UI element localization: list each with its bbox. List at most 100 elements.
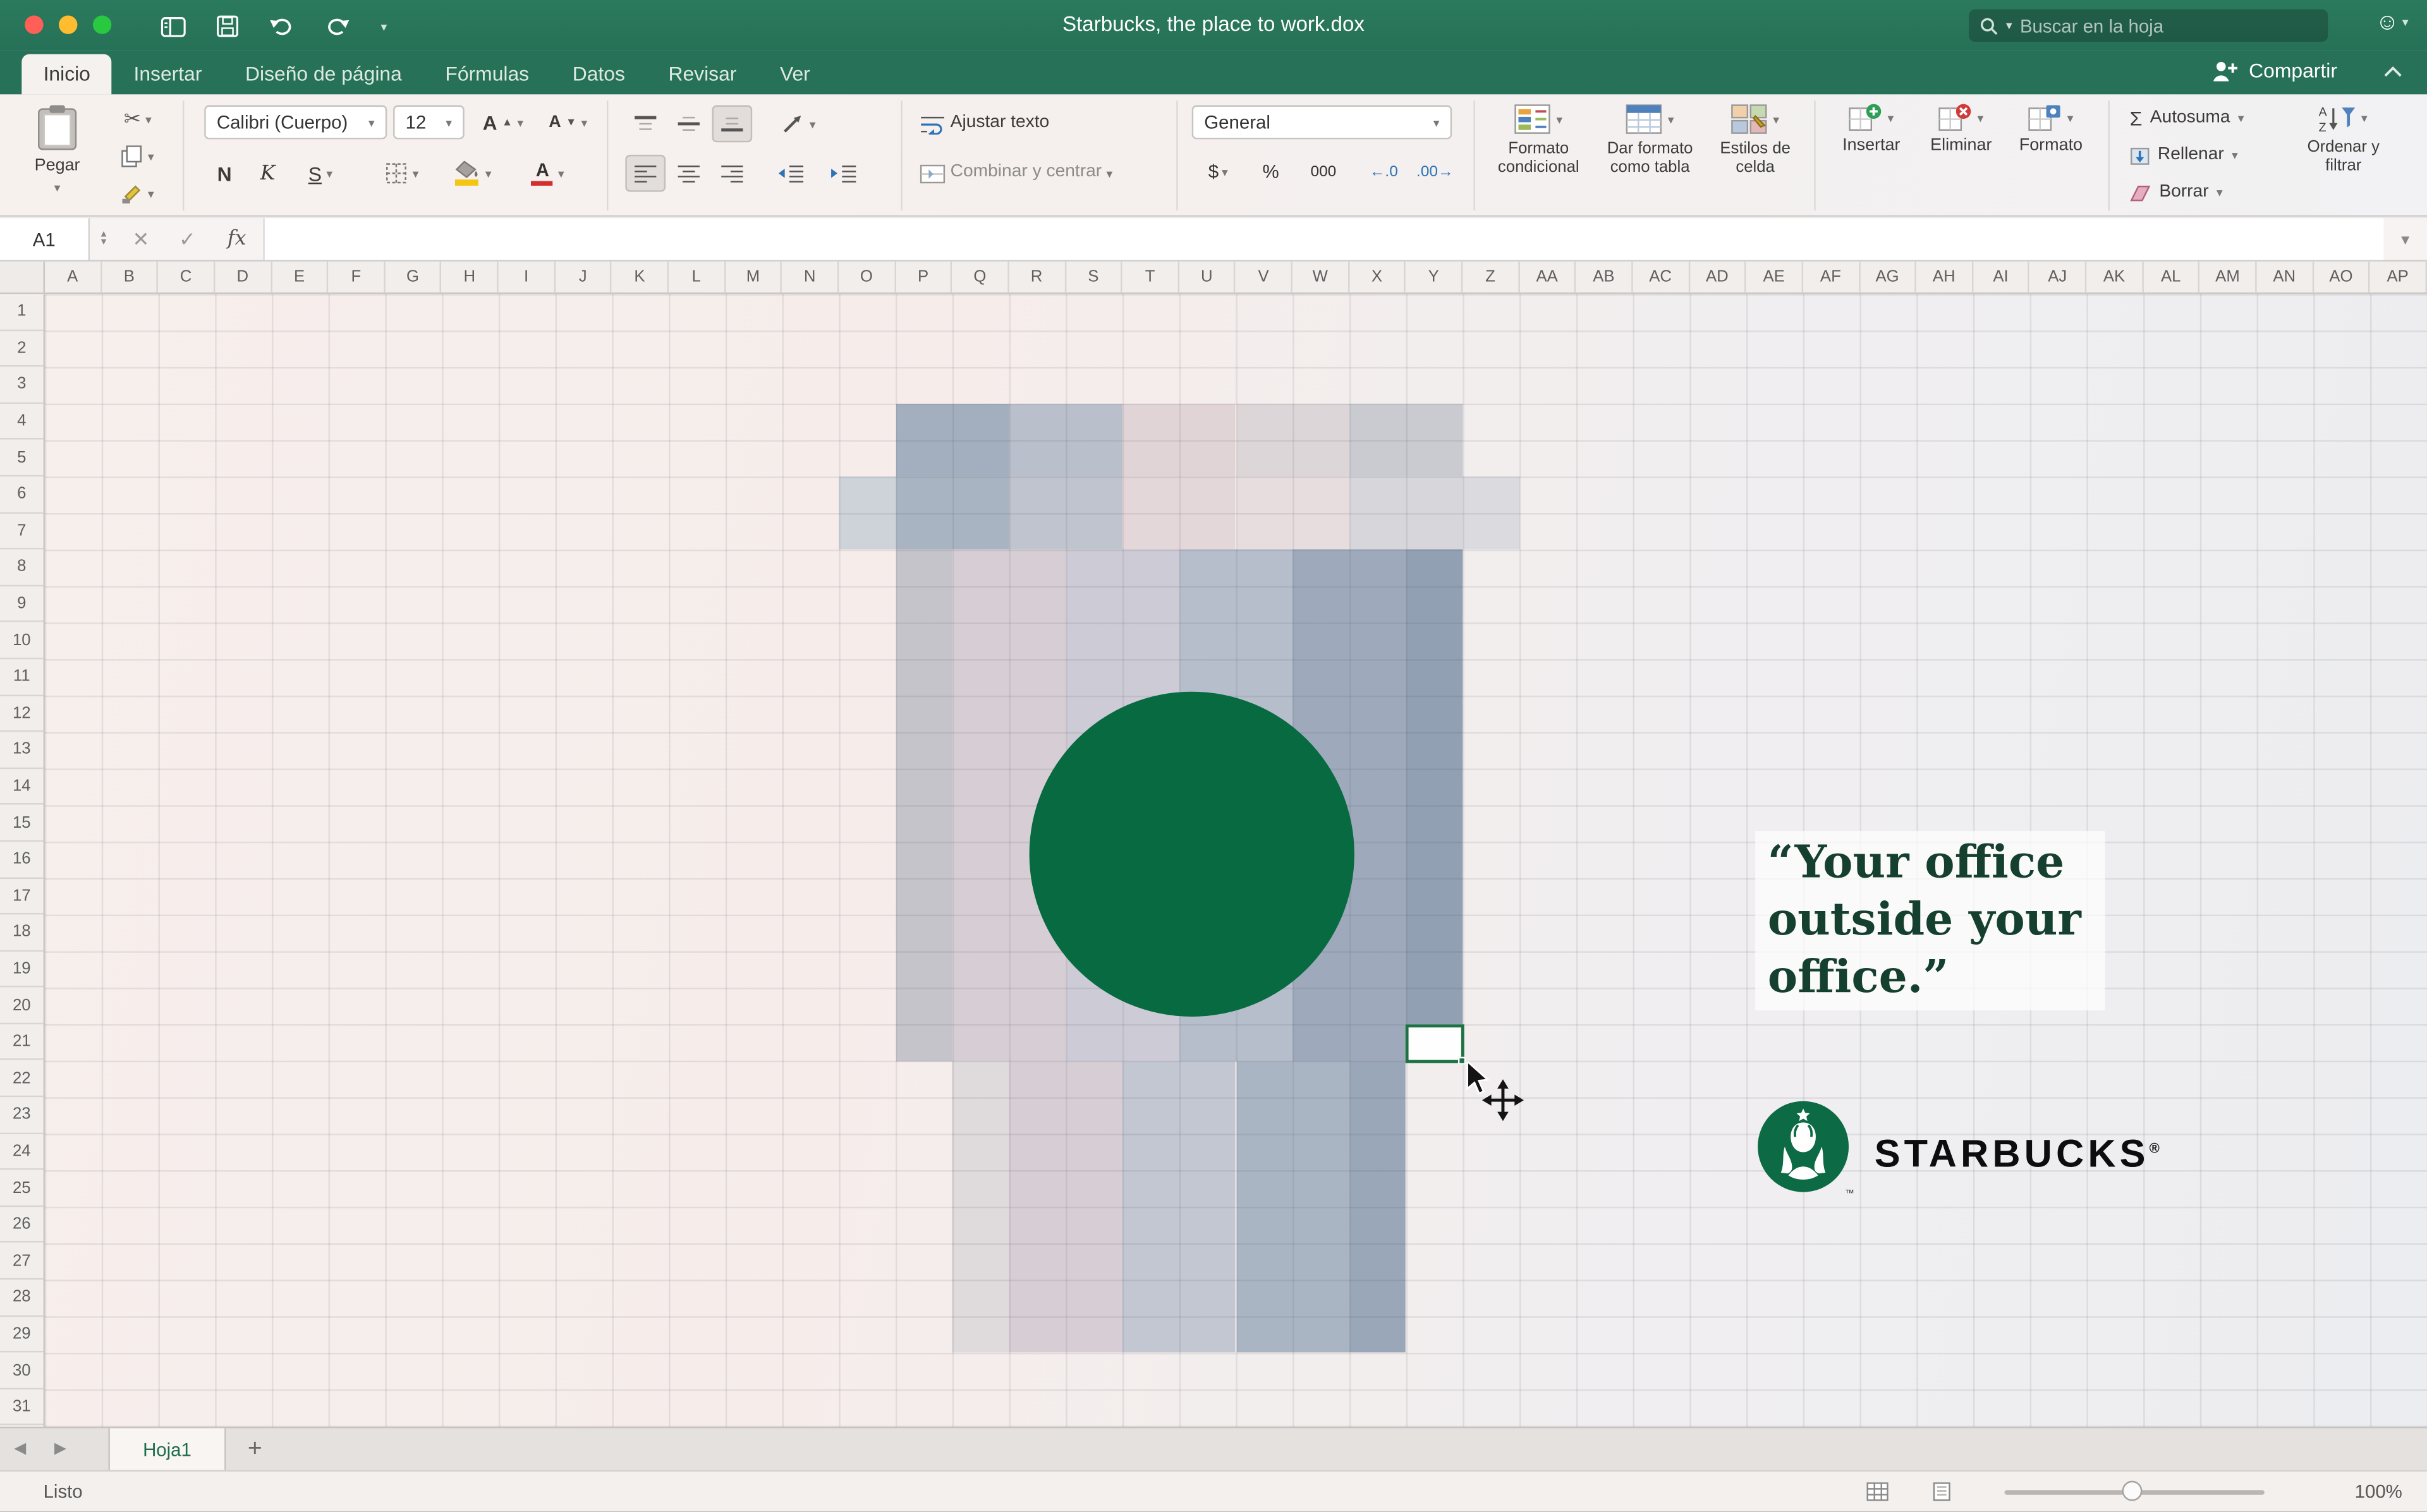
zoom-window-button[interactable] [92,15,112,34]
column-header-B[interactable]: B [102,261,159,293]
ribbon-tab-datos[interactable]: Datos [550,54,647,95]
confirm-entry-icon[interactable]: ✓ [164,227,210,251]
paste-button[interactable]: Pegar ▾ [15,97,99,212]
column-header-S[interactable]: S [1066,261,1122,293]
row-header-14[interactable]: 14 [0,768,44,806]
row-header-6[interactable]: 6 [0,476,44,513]
insert-cells-button[interactable]: ▾ Insertar [1830,97,1913,212]
decrease-decimal-button[interactable]: .00→ [1411,155,1457,189]
column-header-AG[interactable]: AG [1859,261,1917,293]
search-input[interactable]: ▾ Buscar en la hoja [1969,9,2328,42]
cancel-entry-icon[interactable]: ✕ [118,227,164,251]
column-header-V[interactable]: V [1236,261,1293,293]
align-right-button[interactable] [712,155,753,192]
formula-bar-expand-chevron-icon[interactable]: ▼ [2383,231,2427,246]
currency-format-button[interactable]: $ ▾ [1192,155,1244,189]
feedback-smiley-button[interactable]: ☺ ▾ [2375,9,2408,36]
row-header-11[interactable]: 11 [0,659,44,696]
decrease-font-size-button[interactable]: A ▼ ▾ [538,106,597,140]
text-orientation-button[interactable]: ▾ [768,106,830,143]
column-header-F[interactable]: F [329,261,386,293]
column-header-K[interactable]: K [612,261,669,293]
align-middle-button[interactable] [669,106,709,143]
borders-button[interactable]: ▾ [372,155,434,192]
underline-button[interactable]: S ▾ [291,155,350,192]
sort-filter-button[interactable]: A Z ▾ Ordenar y filtrar [2288,97,2399,212]
column-header-AD[interactable]: AD [1689,261,1746,293]
row-header-9[interactable]: 9 [0,586,44,623]
percent-format-button[interactable]: % [1251,155,1291,189]
column-header-R[interactable]: R [1009,261,1066,293]
row-header-22[interactable]: 22 [0,1061,44,1098]
ribbon-tab-revisar[interactable]: Revisar [647,54,758,95]
row-header-2[interactable]: 2 [0,330,44,367]
column-header-AI[interactable]: AI [1973,261,2030,293]
column-header-C[interactable]: C [158,261,216,293]
row-header-10[interactable]: 10 [0,622,44,660]
ribbon-tab-ver[interactable]: Ver [758,54,832,95]
next-sheet-icon[interactable]: ▶ [40,1441,81,1458]
name-box[interactable]: A1 [0,218,90,260]
row-header-15[interactable]: 15 [0,805,44,842]
minimize-window-button[interactable] [59,15,78,34]
font-name-combo[interactable]: Calibri (Cuerpo) ▾ [204,105,387,140]
column-header-M[interactable]: M [726,261,782,293]
thousands-format-button[interactable]: 000 [1297,155,1349,189]
cut-button[interactable]: ✂ ▾ [111,102,164,136]
column-header-J[interactable]: J [556,261,612,293]
column-header-E[interactable]: E [272,261,329,293]
insert-function-button[interactable]: fx [210,227,263,251]
row-header-19[interactable]: 19 [0,951,44,988]
ribbon-tab-inicio[interactable]: Inicio [21,54,113,95]
quote-text-box[interactable]: “Your office outside your office.” [1755,831,2105,1011]
decrease-indent-button[interactable] [768,155,814,192]
previous-sheet-icon[interactable]: ◀ [0,1441,40,1458]
row-header-23[interactable]: 23 [0,1097,44,1134]
row-header-17[interactable]: 17 [0,878,44,915]
save-icon[interactable] [216,15,239,37]
column-header-AF[interactable]: AF [1803,261,1860,293]
normal-view-icon[interactable] [1866,1482,1889,1501]
redo-icon[interactable] [325,16,350,37]
row-header-1[interactable]: 1 [0,294,44,331]
column-header-AN[interactable]: AN [2257,261,2314,293]
column-header-I[interactable]: I [499,261,556,293]
row-header-26[interactable]: 26 [0,1207,44,1243]
column-header-AC[interactable]: AC [1633,261,1690,293]
clear-button[interactable]: Borrar ▾ [2130,176,2223,209]
column-header-L[interactable]: L [669,261,726,293]
column-header-AJ[interactable]: AJ [2030,261,2087,293]
increase-decimal-button[interactable]: ←.0 [1359,155,1408,189]
row-header-12[interactable]: 12 [0,696,44,732]
conditional-formatting-button[interactable]: ▾ Formato condicional [1486,97,1591,212]
column-header-Z[interactable]: Z [1463,261,1520,293]
row-header-21[interactable]: 21 [0,1024,44,1061]
format-as-table-button[interactable]: ▾ Dar formato como tabla [1597,97,1703,212]
column-header-X[interactable]: X [1349,261,1406,293]
undo-icon[interactable] [269,16,294,37]
add-sheet-button[interactable]: + [248,1435,262,1463]
bold-button[interactable]: N [204,155,245,192]
number-format-combo[interactable]: General ▾ [1191,105,1452,140]
row-header-18[interactable]: 18 [0,915,44,952]
column-header-AO[interactable]: AO [2313,261,2371,293]
format-painter-button[interactable]: ▾ [111,176,164,210]
row-header-30[interactable]: 30 [0,1353,44,1389]
ribbon-tab-insertar[interactable]: Insertar [112,54,224,95]
align-left-button[interactable] [625,154,666,192]
column-header-AH[interactable]: AH [1916,261,1973,293]
font-color-button[interactable]: A ▾ [514,155,582,192]
row-header-24[interactable]: 24 [0,1134,44,1171]
green-circle-shape[interactable] [1029,691,1354,1017]
column-header-T[interactable]: T [1122,261,1179,293]
column-header-AK[interactable]: AK [2086,261,2144,293]
sidebar-toggle-icon[interactable] [161,16,186,37]
delete-cells-button[interactable]: ▾ Eliminar [1919,97,2003,212]
column-header-AL[interactable]: AL [2143,261,2200,293]
row-header-31[interactable]: 31 [0,1389,44,1426]
select-all-corner[interactable] [0,261,46,293]
column-header-AE[interactable]: AE [1746,261,1803,293]
column-header-P[interactable]: P [896,261,952,293]
column-header-AA[interactable]: AA [1519,261,1576,293]
format-cells-button[interactable]: ▾ Formato [2009,97,2093,212]
